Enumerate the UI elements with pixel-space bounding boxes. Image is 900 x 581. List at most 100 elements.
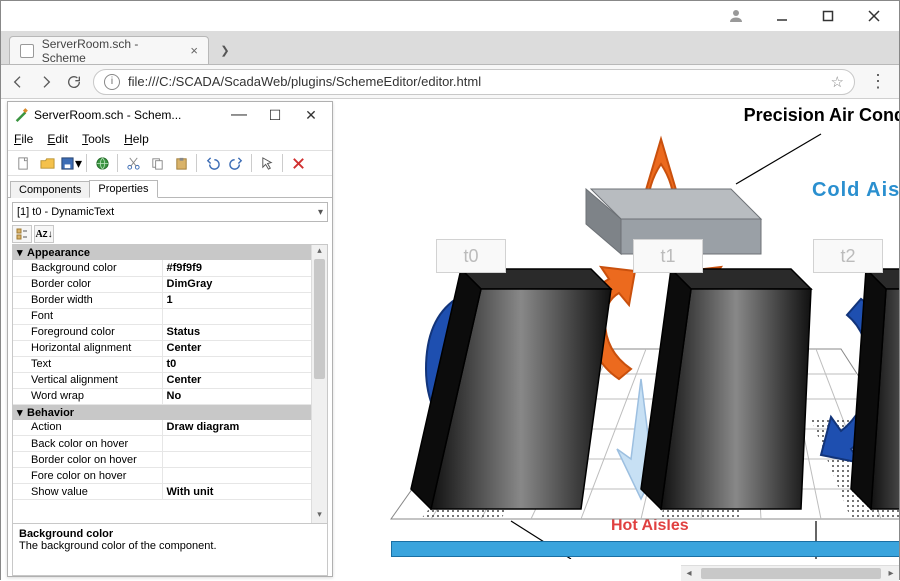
new-tab-button[interactable]: ❯: [215, 40, 235, 60]
property-value[interactable]: [162, 468, 311, 484]
tab-close-icon[interactable]: ×: [190, 43, 198, 58]
editor-tabs: Components Properties: [8, 176, 332, 198]
h-scroll-thumb[interactable]: [701, 568, 881, 579]
categorized-view-icon[interactable]: [12, 225, 32, 243]
toolwindow-maximize[interactable]: ☐: [260, 107, 290, 124]
paste-icon[interactable]: [170, 152, 192, 174]
diagram: Precision Air Conditionin Cold Aisle Hot…: [361, 99, 899, 581]
property-row[interactable]: Horizontal alignmentCenter: [13, 340, 311, 356]
property-row[interactable]: Background color#f9f9f9: [13, 260, 311, 276]
toolwindow-titlebar[interactable]: ServerRoom.sch - Schem... — ☐ ✕: [8, 102, 332, 128]
scroll-down-icon[interactable]: ▾: [312, 509, 327, 523]
property-value[interactable]: Center: [162, 372, 311, 388]
favicon-icon: [20, 44, 34, 58]
property-value[interactable]: t0: [162, 356, 311, 372]
toolwindow-minimize[interactable]: —: [224, 111, 254, 119]
scroll-right-icon[interactable]: ▸: [883, 566, 899, 581]
property-value[interactable]: 1: [162, 292, 311, 308]
window-close[interactable]: [851, 1, 897, 31]
property-name: Fore color on hover: [13, 468, 162, 484]
property-value[interactable]: Center: [162, 340, 311, 356]
user-icon[interactable]: [713, 1, 759, 31]
property-name: Show value: [13, 484, 162, 500]
property-value[interactable]: DimGray: [162, 276, 311, 292]
component-selector-text: [1] t0 - DynamicText: [17, 206, 114, 218]
property-value[interactable]: Status: [162, 324, 311, 340]
dyntext-t0[interactable]: t0: [436, 239, 506, 273]
property-value[interactable]: No: [162, 388, 311, 404]
copy-icon[interactable]: [146, 152, 168, 174]
property-category[interactable]: ▾Behavior: [13, 404, 311, 420]
new-file-icon[interactable]: [12, 152, 34, 174]
property-value[interactable]: [162, 436, 311, 452]
nav-forward-button[interactable]: [37, 73, 55, 91]
site-info-icon[interactable]: i: [104, 74, 120, 90]
property-name: Text: [13, 356, 162, 372]
property-name: Back color on hover: [13, 436, 162, 452]
window-maximize[interactable]: [805, 1, 851, 31]
property-grid-scrollbar[interactable]: ▴ ▾: [311, 245, 327, 523]
property-row[interactable]: ActionDraw diagram: [13, 420, 311, 436]
property-row[interactable]: Font: [13, 308, 311, 324]
property-row[interactable]: Show valueWith unit: [13, 484, 311, 500]
tab-components[interactable]: Components: [10, 181, 90, 198]
nav-reload-button[interactable]: [65, 73, 83, 91]
scroll-up-icon[interactable]: ▴: [312, 245, 327, 259]
property-name: Foreground color: [13, 324, 162, 340]
server-room-illustration: [361, 119, 899, 559]
property-row[interactable]: Foreground colorStatus: [13, 324, 311, 340]
menu-file[interactable]: File: [14, 132, 33, 146]
property-row[interactable]: Fore color on hover: [13, 468, 311, 484]
cut-icon[interactable]: [122, 152, 144, 174]
menu-edit[interactable]: Edit: [47, 132, 68, 146]
property-name: Font: [13, 308, 162, 324]
globe-icon[interactable]: [91, 152, 113, 174]
pointer-icon[interactable]: [256, 152, 278, 174]
property-description-text: The background color of the component.: [19, 540, 321, 552]
url-text: file:///C:/SCADA/ScadaWeb/plugins/Scheme…: [128, 74, 823, 89]
component-selector[interactable]: [1] t0 - DynamicText ▾: [12, 202, 328, 222]
address-bar[interactable]: i file:///C:/SCADA/ScadaWeb/plugins/Sche…: [93, 69, 855, 95]
property-grid-body[interactable]: ▾AppearanceBackground color#f9f9f9Border…: [13, 245, 311, 523]
nav-back-button[interactable]: [9, 73, 27, 91]
property-value[interactable]: #f9f9f9: [162, 260, 311, 276]
property-row[interactable]: Vertical alignmentCenter: [13, 372, 311, 388]
property-row[interactable]: Border color on hover: [13, 452, 311, 468]
redo-icon[interactable]: [225, 152, 247, 174]
browser-menu-button[interactable]: ⋮: [865, 71, 891, 92]
property-name: Horizontal alignment: [13, 340, 162, 356]
delete-icon[interactable]: [287, 152, 309, 174]
property-value[interactable]: [162, 308, 311, 324]
tab-properties[interactable]: Properties: [89, 180, 157, 198]
property-category[interactable]: ▾Appearance: [13, 245, 311, 260]
property-row[interactable]: Word wrapNo: [13, 388, 311, 404]
window-minimize[interactable]: [759, 1, 805, 31]
property-name: Action: [13, 420, 162, 436]
bookmark-star-icon[interactable]: ☆: [831, 73, 844, 91]
scheme-canvas[interactable]: Precision Air Conditionin Cold Aisle Hot…: [341, 99, 899, 581]
property-grid: ▾AppearanceBackground color#f9f9f9Border…: [12, 244, 328, 576]
menu-help[interactable]: Help: [124, 132, 149, 146]
alphabetical-view-icon[interactable]: AZ↓: [34, 225, 54, 243]
toolwindow-title: ServerRoom.sch - Schem...: [34, 108, 218, 122]
dyntext-t1[interactable]: t1: [633, 239, 703, 273]
property-value[interactable]: With unit: [162, 484, 311, 500]
menu-tools[interactable]: Tools: [82, 132, 110, 146]
save-file-icon[interactable]: ▾: [60, 152, 82, 174]
canvas-h-scrollbar[interactable]: ◂ ▸: [681, 565, 899, 581]
dyntext-t2[interactable]: t2: [813, 239, 883, 273]
toolwindow-close[interactable]: ✕: [296, 107, 326, 124]
property-row[interactable]: Border width1: [13, 292, 311, 308]
property-value[interactable]: Draw diagram: [162, 420, 311, 436]
property-name: Background color: [13, 260, 162, 276]
scroll-thumb[interactable]: [314, 259, 325, 379]
undo-icon[interactable]: [201, 152, 223, 174]
property-row[interactable]: Textt0: [13, 356, 311, 372]
browser-tab[interactable]: ServerRoom.sch - Scheme ×: [9, 36, 209, 64]
property-row[interactable]: Back color on hover: [13, 436, 311, 452]
property-row[interactable]: Border colorDimGray: [13, 276, 311, 292]
open-file-icon[interactable]: [36, 152, 58, 174]
scroll-left-icon[interactable]: ◂: [681, 566, 697, 581]
property-name: Border color: [13, 276, 162, 292]
property-value[interactable]: [162, 452, 311, 468]
